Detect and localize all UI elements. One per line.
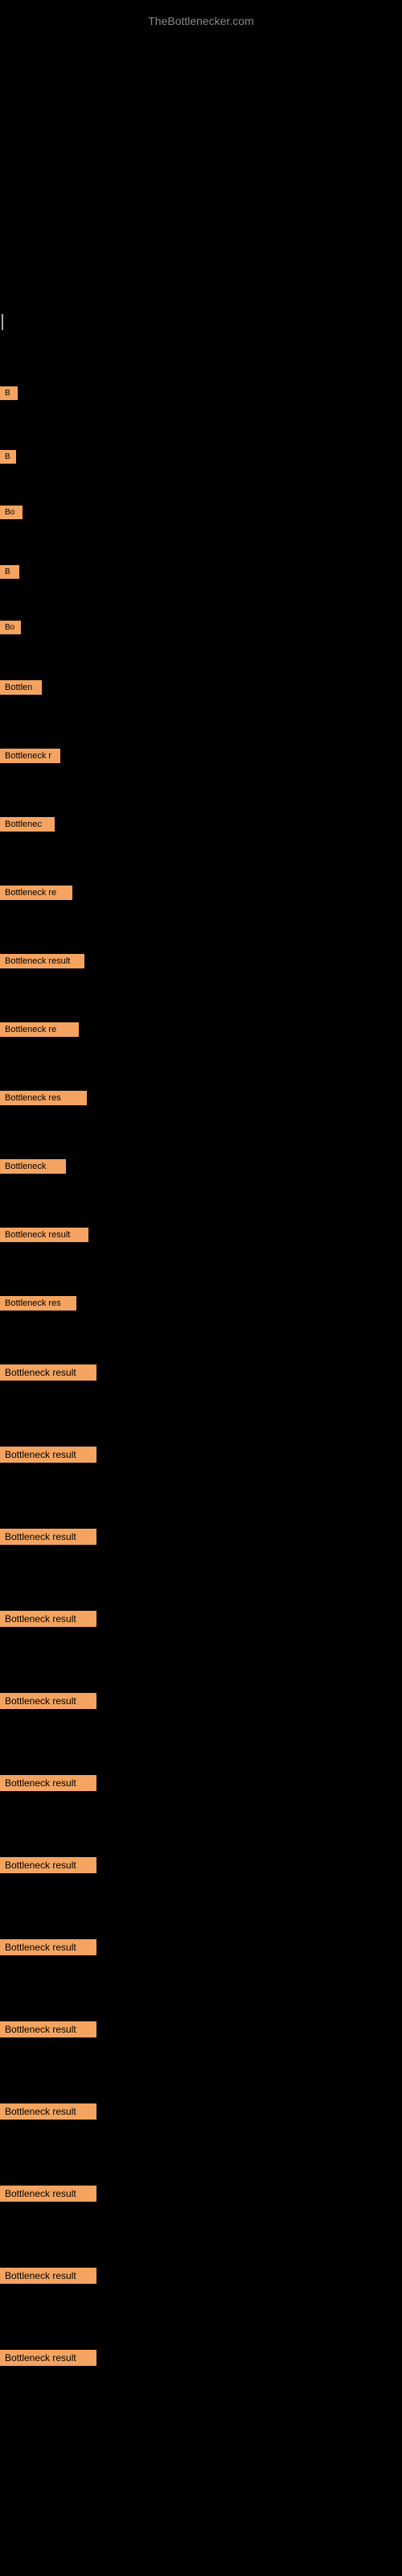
- bottleneck-result-label: Bo: [0, 506, 23, 519]
- list-item: Bottleneck res: [0, 1296, 402, 1311]
- site-title: TheBottlenecker.com: [0, 6, 402, 35]
- bottleneck-result-label: Bottleneck result: [0, 1775, 96, 1791]
- bottleneck-result-label: Bottleneck result: [0, 2350, 96, 2366]
- bottleneck-result-label: Bottleneck result: [0, 1529, 96, 1545]
- list-item: Bottlenec: [0, 817, 402, 832]
- bottleneck-result-label: Bottleneck res: [0, 1091, 87, 1105]
- list-item: Bottleneck result: [0, 954, 402, 968]
- list-item: Bottleneck result: [0, 2268, 402, 2284]
- list-item: Bottleneck res: [0, 1091, 402, 1105]
- bottleneck-result-label: B: [0, 450, 16, 464]
- list-item: Bottleneck: [0, 1159, 402, 1174]
- list-item: Bottleneck result: [0, 2103, 402, 2120]
- bottleneck-result-label: B: [0, 565, 19, 579]
- list-item: Bottleneck result: [0, 1857, 402, 1873]
- bottleneck-items-container: B B Bo B Bo Bottlen Bottleneck r Bottlenec Bottl…: [0, 338, 402, 2368]
- list-item: Bo: [0, 621, 402, 634]
- list-item: Bottleneck result: [0, 1939, 402, 1955]
- bottleneck-result-label: Bottleneck result: [0, 1857, 96, 1873]
- bottleneck-result-label: Bottleneck result: [0, 2268, 96, 2284]
- bottleneck-result-label: Bottlen: [0, 680, 42, 695]
- bottleneck-result-label: Bo: [0, 621, 21, 634]
- list-item: Bottleneck result: [0, 1228, 402, 1242]
- list-item: Bottleneck r: [0, 749, 402, 763]
- bottleneck-result-label: Bottleneck result: [0, 1611, 96, 1627]
- list-item: Bottleneck result: [0, 2021, 402, 2037]
- list-item: B: [0, 450, 402, 464]
- list-item: Bottleneck result: [0, 2350, 402, 2366]
- list-item: B: [0, 565, 402, 579]
- bottleneck-result-label: Bottleneck re: [0, 1022, 79, 1037]
- bottleneck-result-label: Bottleneck: [0, 1159, 66, 1174]
- bottleneck-result-label: Bottleneck result: [0, 2103, 96, 2120]
- list-item: Bottleneck result: [0, 2186, 402, 2202]
- bottleneck-result-label: Bottleneck re: [0, 886, 72, 900]
- list-item: Bottleneck re: [0, 886, 402, 900]
- list-item: Bottleneck re: [0, 1022, 402, 1037]
- bottleneck-result-label: Bottleneck result: [0, 1447, 96, 1463]
- bottleneck-result-label: Bottleneck result: [0, 2186, 96, 2202]
- bottleneck-result-label: Bottlenec: [0, 817, 55, 832]
- bottleneck-result-label: Bottleneck result: [0, 1693, 96, 1709]
- list-item: Bottlen: [0, 680, 402, 695]
- cursor-bar: [2, 314, 3, 330]
- bottleneck-result-label: Bottleneck result: [0, 1939, 96, 1955]
- list-item: B: [0, 386, 402, 400]
- list-item: Bottleneck result: [0, 1611, 402, 1627]
- bottleneck-result-label: Bottleneck result: [0, 954, 84, 968]
- list-item: Bottleneck result: [0, 1529, 402, 1545]
- bottleneck-result-label: Bottleneck result: [0, 2021, 96, 2037]
- list-item: Bo: [0, 506, 402, 519]
- bottleneck-result-label: B: [0, 386, 18, 400]
- bottleneck-result-label: Bottleneck result: [0, 1228, 88, 1242]
- list-item: Bottleneck result: [0, 1775, 402, 1791]
- bottleneck-result-label: Bottleneck res: [0, 1296, 76, 1311]
- list-item: Bottleneck result: [0, 1447, 402, 1463]
- list-item: Bottleneck result: [0, 1364, 402, 1381]
- bottleneck-result-label: Bottleneck r: [0, 749, 60, 763]
- list-item: Bottleneck result: [0, 1693, 402, 1709]
- bottleneck-result-label: Bottleneck result: [0, 1364, 96, 1381]
